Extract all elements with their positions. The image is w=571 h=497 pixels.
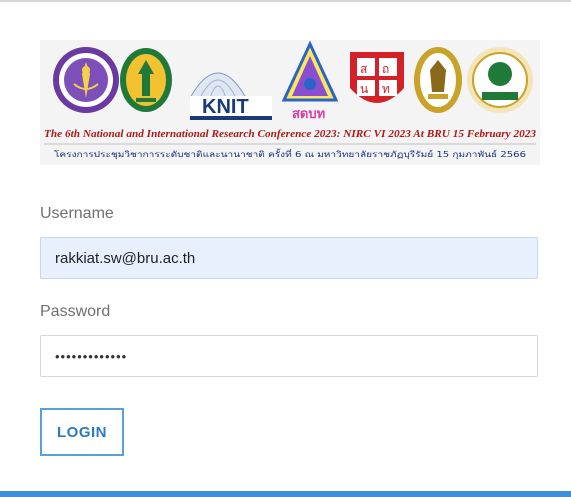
conference-banner: KNIT สดบท ส ถ น ท The 6th National and I… [40, 40, 540, 165]
bottom-accent-bar [0, 491, 571, 497]
username-label: Username [40, 205, 114, 222]
password-label: Password [40, 303, 111, 320]
university-seal-logo [53, 47, 119, 113]
password-input[interactable]: ••••••••••••• [40, 335, 538, 377]
knit-logo-text: KNIT [202, 96, 249, 118]
red-logo-char-4: ท [382, 82, 390, 96]
banner-title-english: The 6th National and International Resea… [44, 129, 536, 140]
red-logo-char-2: ถ [382, 62, 389, 76]
username-input[interactable]: rakkiat.sw@bru.ac.th [40, 237, 538, 279]
red-logo-char-3: น [360, 82, 368, 96]
red-shield-logo: ส ถ น ท [350, 52, 404, 103]
gold-oval-logo [414, 47, 462, 113]
red-logo-char-1: ส [360, 62, 368, 76]
green-round-logo [467, 47, 533, 113]
top-border [0, 0, 571, 2]
green-emblem-logo [120, 48, 172, 112]
banner-title-thai: โครงการประชุมวิชาการระดับชาติและนานาชาติ… [54, 148, 526, 159]
sdbt-logo-text: สดบท [292, 107, 325, 122]
login-button[interactable]: LOGIN [40, 408, 124, 456]
